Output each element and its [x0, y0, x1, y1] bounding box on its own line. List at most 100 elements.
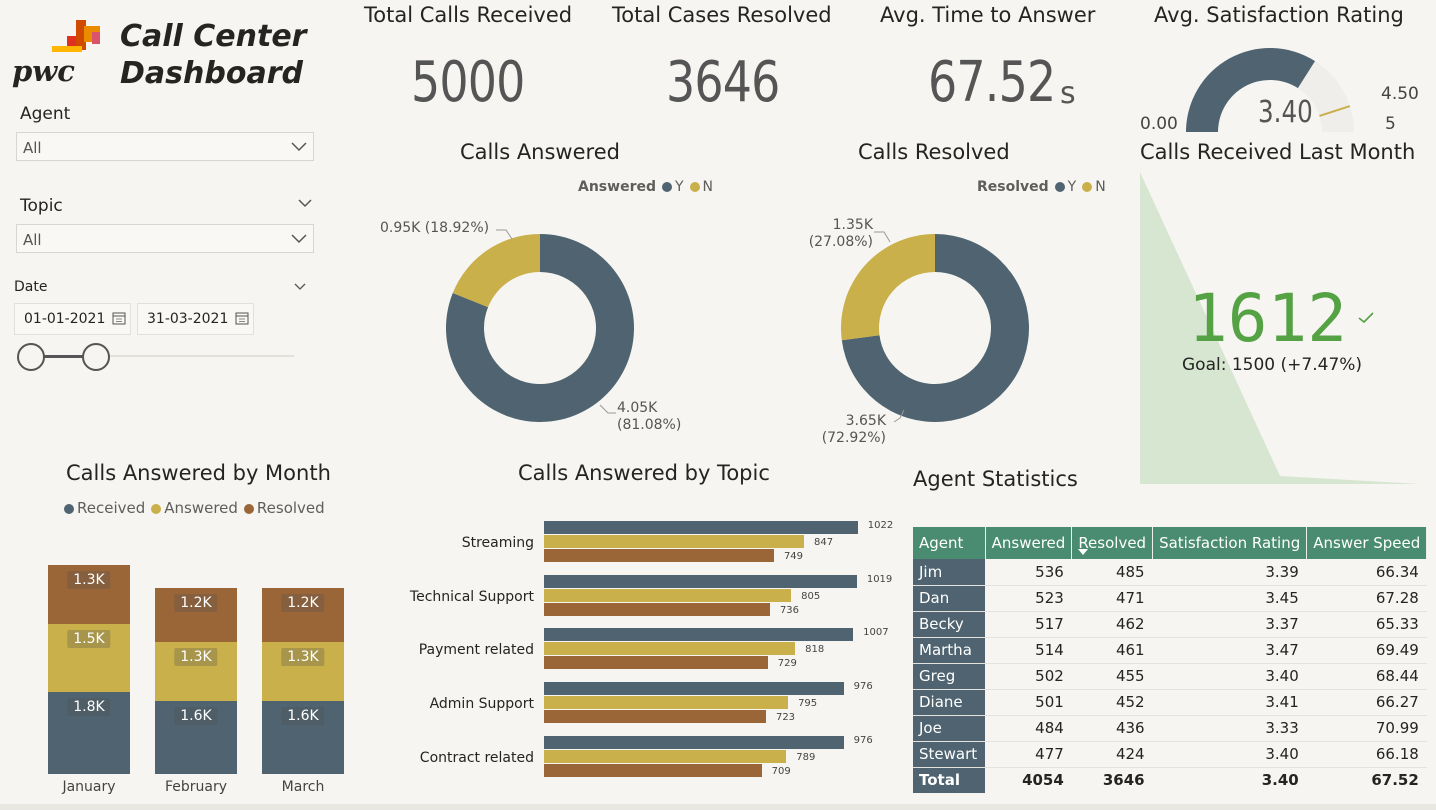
topic-bar-resolved[interactable]: [544, 656, 768, 670]
cell-resolved: 471: [1071, 585, 1153, 612]
total-answered: 4054: [1022, 771, 1064, 790]
topic-bar-answered[interactable]: [544, 696, 789, 710]
stack-segment-answered[interactable]: 1.5K: [48, 624, 130, 693]
table-row[interactable]: Martha 514 461 3.47 69.49: [913, 637, 1427, 664]
col-header-answer-speed[interactable]: Answer Speed: [1306, 527, 1428, 559]
cell-agent: Dan: [913, 585, 986, 612]
answered-n-data-label: 0.95K (18.92%): [380, 220, 490, 236]
date-slicer-label: Date: [14, 279, 48, 295]
legend-resolved-swatch: [243, 504, 254, 514]
stack-data-label: 1.2K: [174, 593, 218, 612]
table-row[interactable]: Becky 517 462 3.37 65.33: [913, 611, 1427, 638]
goal-value: 1500: [1231, 355, 1276, 375]
col-header-answered[interactable]: Answered: [985, 527, 1073, 559]
topic-bar-received[interactable]: [544, 735, 844, 749]
topic-bar-received[interactable]: [544, 682, 844, 696]
calls-resolved-donut[interactable]: [835, 228, 1035, 428]
cell-satisfaction: 3.40: [1152, 741, 1307, 768]
topic-bar-answered[interactable]: [544, 749, 787, 763]
gauge-max-label: 5: [1385, 114, 1396, 134]
col-header-satisfaction[interactable]: Satisfaction Rating: [1152, 527, 1308, 559]
agent-stats-table: Agent Answered Resolved Satisfaction Rat…: [913, 527, 1428, 793]
date-range-start-handle[interactable]: [17, 343, 45, 371]
date-start-input[interactable]: 01-01-2021: [14, 303, 131, 335]
date-end-input[interactable]: 31-03-2021: [137, 303, 254, 335]
topic-bar-received[interactable]: [544, 521, 858, 534]
stack-segment-received[interactable]: 1.6K: [155, 701, 237, 774]
dashboard-title-line2: Dashboard: [120, 56, 303, 91]
cell-answer-speed: 68.44: [1306, 663, 1427, 690]
topic-bar-answered[interactable]: [544, 535, 805, 548]
last-month-title: Calls Received Last Month: [1140, 140, 1416, 164]
satisfaction-title: Avg. Satisfaction Rating: [1154, 3, 1404, 27]
stack-data-label: 1.2K: [281, 593, 325, 612]
cell-answer-speed: 67.28: [1306, 585, 1427, 612]
legend-y-swatch: [661, 182, 672, 192]
table-row[interactable]: Diane 501 452 3.41 66.27: [913, 689, 1427, 716]
total-calls-value: 5000: [411, 50, 525, 115]
topic-bar-answered[interactable]: [544, 642, 796, 656]
cell-resolved: 485: [1071, 559, 1153, 586]
topic-dropdown[interactable]: All: [16, 224, 314, 253]
stack-segment-resolved[interactable]: 1.3K: [48, 565, 130, 625]
calendar-icon[interactable]: [235, 311, 249, 325]
agent-dropdown[interactable]: All: [16, 132, 314, 161]
answered-y-percent: (81.08%): [617, 417, 682, 433]
table-header-row: Agent Answered Resolved Satisfaction Rat…: [913, 527, 1428, 559]
date-range-end-handle[interactable]: [82, 343, 110, 371]
cell-answered: 502: [985, 663, 1072, 690]
table-row[interactable]: Stewart 477 424 3.40 66.18: [913, 741, 1427, 768]
table-row[interactable]: Dan 523 471 3.45 67.28: [913, 585, 1427, 612]
topic-bar-resolved[interactable]: [544, 763, 762, 777]
resolved-n-data-label: 1.35K (27.08%): [807, 217, 873, 251]
cell-satisfaction: 3.39: [1152, 559, 1307, 586]
total-resolved: 3646: [1102, 771, 1145, 790]
cell-agent: Becky: [913, 611, 986, 638]
cell-satisfaction: 3.37: [1152, 611, 1307, 638]
col-header-resolved[interactable]: Resolved: [1071, 527, 1154, 559]
cell-agent: Jim: [913, 559, 986, 586]
topic-bar-resolved[interactable]: [544, 710, 766, 724]
calls-answered-title: Calls Answered: [460, 140, 620, 164]
page-bottom-border: [0, 804, 1436, 810]
stack-segment-answered[interactable]: 1.3K: [155, 642, 237, 702]
by-month-title: Calls Answered by Month: [66, 461, 331, 485]
col-header-agent[interactable]: Agent: [913, 527, 986, 559]
resolved-y-value: 3.65K: [845, 413, 886, 429]
topic-bar-received[interactable]: [544, 574, 857, 588]
topic-bar-answered[interactable]: [544, 588, 792, 602]
topic-bar-value-label: 723: [775, 712, 796, 724]
topic-collapse-chevron-icon[interactable]: [298, 199, 312, 208]
table-row[interactable]: Jim 536 485 3.39 66.34: [913, 559, 1427, 586]
leader-line-y: [599, 404, 616, 414]
stack-data-label: 1.5K: [67, 630, 111, 649]
topic-bar-value-label: 847: [814, 537, 834, 548]
calendar-icon[interactable]: [112, 311, 126, 325]
agent-stats-title: Agent Statistics: [913, 467, 1078, 491]
last-month-value: 1612: [1188, 280, 1347, 357]
goal-met-check-icon: [1358, 312, 1374, 324]
table-row[interactable]: Greg 502 455 3.40 68.44: [913, 663, 1427, 690]
legend-y-label: Y: [674, 179, 684, 195]
topic-bar-received[interactable]: [544, 628, 854, 642]
goal-label: Goal:: [1182, 355, 1227, 375]
stack-data-label: 1.3K: [281, 648, 325, 667]
cell-agent: Martha: [913, 637, 986, 664]
topic-bar-resolved[interactable]: [544, 602, 770, 616]
table-row[interactable]: Joe 484 436 3.33 70.99: [913, 715, 1427, 742]
stack-segment-received[interactable]: 1.8K: [48, 692, 130, 774]
table-total-row: Total 4054 3646 3.40 67.52: [913, 767, 1427, 793]
goal-delta: (+7.47%): [1280, 355, 1363, 375]
stack-data-label: 1.3K: [174, 648, 218, 667]
topic-axis-label: Admin Support: [429, 696, 534, 713]
stack-segment-resolved[interactable]: 1.2K: [155, 587, 237, 643]
date-collapse-chevron-icon[interactable]: [294, 283, 306, 291]
cell-satisfaction: 3.40: [1152, 663, 1307, 690]
stack-data-label: 1.6K: [281, 707, 325, 726]
topic-bar-resolved[interactable]: [544, 549, 774, 562]
resolved-leader-lines: [874, 231, 905, 423]
legend-received-swatch: [64, 504, 74, 514]
legend-answered-swatch: [151, 504, 162, 514]
cell-resolved: 452: [1071, 689, 1153, 716]
legend-title: Resolved: [977, 179, 1049, 195]
